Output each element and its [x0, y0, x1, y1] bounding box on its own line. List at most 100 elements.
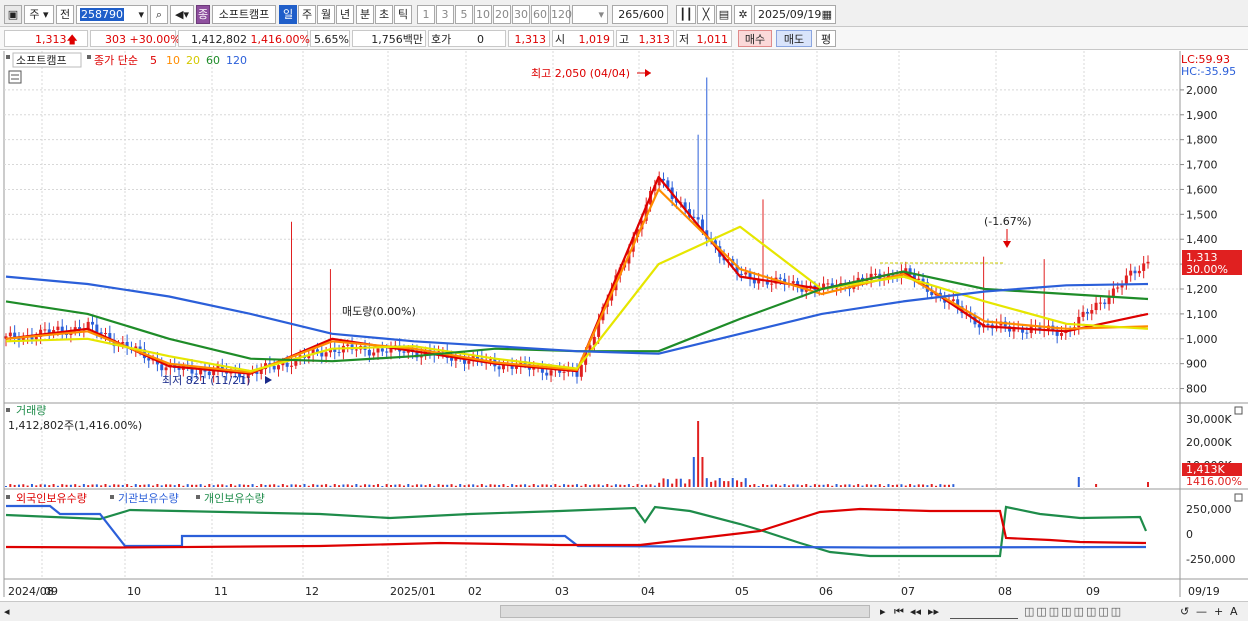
volume-bar: [714, 480, 717, 487]
volume-bar: [260, 484, 263, 487]
volume-bar: [805, 484, 808, 487]
volume-bar: [891, 484, 894, 487]
sell-button[interactable]: 매도: [776, 30, 812, 47]
period-week[interactable]: 주: [298, 5, 316, 24]
text-tool-icon[interactable]: A: [1230, 604, 1242, 619]
volume-bar: [779, 485, 782, 487]
volume-bar: [528, 485, 531, 487]
interval-60[interactable]: 60: [531, 5, 549, 24]
interval-3[interactable]: 3: [436, 5, 454, 24]
interval-30[interactable]: 30: [512, 5, 530, 24]
drawing-tools-icon[interactable]: ◫◫◫◫◫◫◫◫: [1024, 604, 1174, 619]
view-select[interactable]: 주 ▾: [24, 5, 54, 24]
scroll-right-icon[interactable]: ▸: [880, 604, 890, 619]
quote-bar: 1,313🡅 303 +30.00% 1,412,802 1,416.00% 5…: [0, 27, 1248, 50]
candle-body: [376, 348, 380, 353]
candle-body: [917, 278, 921, 280]
current-box: 1,313: [508, 30, 550, 47]
next-page-icon[interactable]: ▸▸: [928, 604, 940, 619]
volume-bar: [39, 484, 42, 487]
legend-ma5: 5: [150, 54, 157, 67]
candle-body: [1111, 288, 1115, 297]
period-second[interactable]: 초: [375, 5, 393, 24]
volume-bar: [69, 484, 72, 487]
calculator-icon[interactable]: [8, 70, 22, 84]
annotation-low: 최저 821 (11/21): [162, 374, 251, 387]
interval-20[interactable]: 20: [493, 5, 511, 24]
x-tick-label: 03: [555, 585, 569, 598]
x-tick-label: 04: [641, 585, 655, 598]
window-icon[interactable]: ▣: [4, 5, 22, 24]
volume-bar: [338, 485, 341, 487]
candle-body: [873, 273, 877, 275]
x-tick-label: 10: [127, 585, 141, 598]
date-field[interactable]: 2025/09/19 ▦: [754, 5, 836, 24]
interval-10[interactable]: 10: [474, 5, 492, 24]
volume-bar: [56, 485, 59, 487]
scroll-left-icon[interactable]: ◂: [4, 604, 16, 619]
interval-5[interactable]: 5: [455, 5, 473, 24]
volume-bar: [407, 484, 410, 487]
volume-bar: [787, 485, 790, 487]
panel-maximize-icon[interactable]: [1234, 406, 1243, 415]
volume-bar: [883, 485, 886, 487]
avg-button[interactable]: 평: [816, 30, 836, 47]
zoom-slider[interactable]: [950, 604, 1018, 619]
buy-button[interactable]: 매수: [738, 30, 772, 47]
period-minute[interactable]: 분: [356, 5, 374, 24]
volume-bar: [813, 484, 816, 487]
volume-bar: [822, 484, 825, 487]
volume-bar: [485, 485, 488, 487]
volume-bar: [762, 484, 765, 487]
search-icon[interactable]: ⌕: [150, 5, 168, 24]
period-day[interactable]: 일: [279, 5, 297, 24]
prev-button[interactable]: 전: [56, 5, 74, 24]
count-field[interactable]: 265/600: [612, 5, 668, 24]
volume-bar: [943, 484, 946, 487]
period-year[interactable]: 년: [336, 5, 354, 24]
zoom-in-icon[interactable]: +: [1214, 604, 1226, 619]
volume-bar: [736, 480, 739, 487]
volume-bar: [584, 484, 587, 487]
candle-body: [497, 366, 501, 370]
candle-body: [86, 321, 90, 329]
volume-bar: [697, 421, 700, 487]
zoom-out-icon[interactable]: —: [1196, 604, 1208, 619]
x-tick-label: 09/19: [1188, 585, 1220, 598]
volume-bar: [156, 484, 159, 487]
crosshair-icon[interactable]: ╳: [697, 5, 715, 24]
undo-icon[interactable]: ↺: [1180, 604, 1192, 619]
volume-bar: [290, 484, 293, 487]
candle-body: [1025, 332, 1029, 334]
save-icon[interactable]: ▤: [716, 5, 732, 24]
custom-interval-select[interactable]: ▾: [572, 5, 608, 24]
legend-ma60: 60: [206, 54, 220, 67]
period-month[interactable]: 월: [317, 5, 335, 24]
volume-bar: [35, 485, 38, 487]
scroll-bar[interactable]: ◂ ▸ ⏮ ◂◂ ▸▸ ◫◫◫◫◫◫◫◫ ↺ — + A: [0, 601, 1248, 621]
panel-maximize-icon[interactable]: [1234, 493, 1243, 502]
interval-1[interactable]: 1: [417, 5, 435, 24]
interval-120[interactable]: 120: [550, 5, 572, 24]
volume-bar: [22, 484, 25, 487]
legend-individual: 개인보유수량: [204, 492, 265, 505]
volume-bar: [303, 484, 306, 487]
candle-icon[interactable]: ┃┃: [676, 5, 696, 24]
stock-code-input[interactable]: 258790 ▾: [76, 5, 148, 24]
volume-bar: [904, 485, 907, 487]
volume-bar: [74, 484, 77, 487]
scroll-thumb[interactable]: [500, 605, 870, 618]
volume-bar: [203, 485, 206, 487]
volume-bar: [247, 484, 250, 487]
stock-chart[interactable]: 2024/0809 10 11 12 2025/01 02 03 04 05 06 07 08 09 09…: [0, 51, 1248, 601]
speaker-icon[interactable]: ◀▾: [170, 5, 194, 24]
holding-axis-0: 0: [1186, 528, 1193, 541]
theme-badge[interactable]: 종: [196, 5, 210, 24]
volume-bar: [26, 485, 29, 487]
volume-bar: [865, 484, 868, 487]
period-tick[interactable]: 틱: [394, 5, 412, 24]
first-icon[interactable]: ⏮: [894, 604, 906, 619]
prev-page-icon[interactable]: ◂◂: [910, 604, 922, 619]
gear-icon[interactable]: ✲: [734, 5, 752, 24]
volume-bar: [415, 484, 418, 487]
